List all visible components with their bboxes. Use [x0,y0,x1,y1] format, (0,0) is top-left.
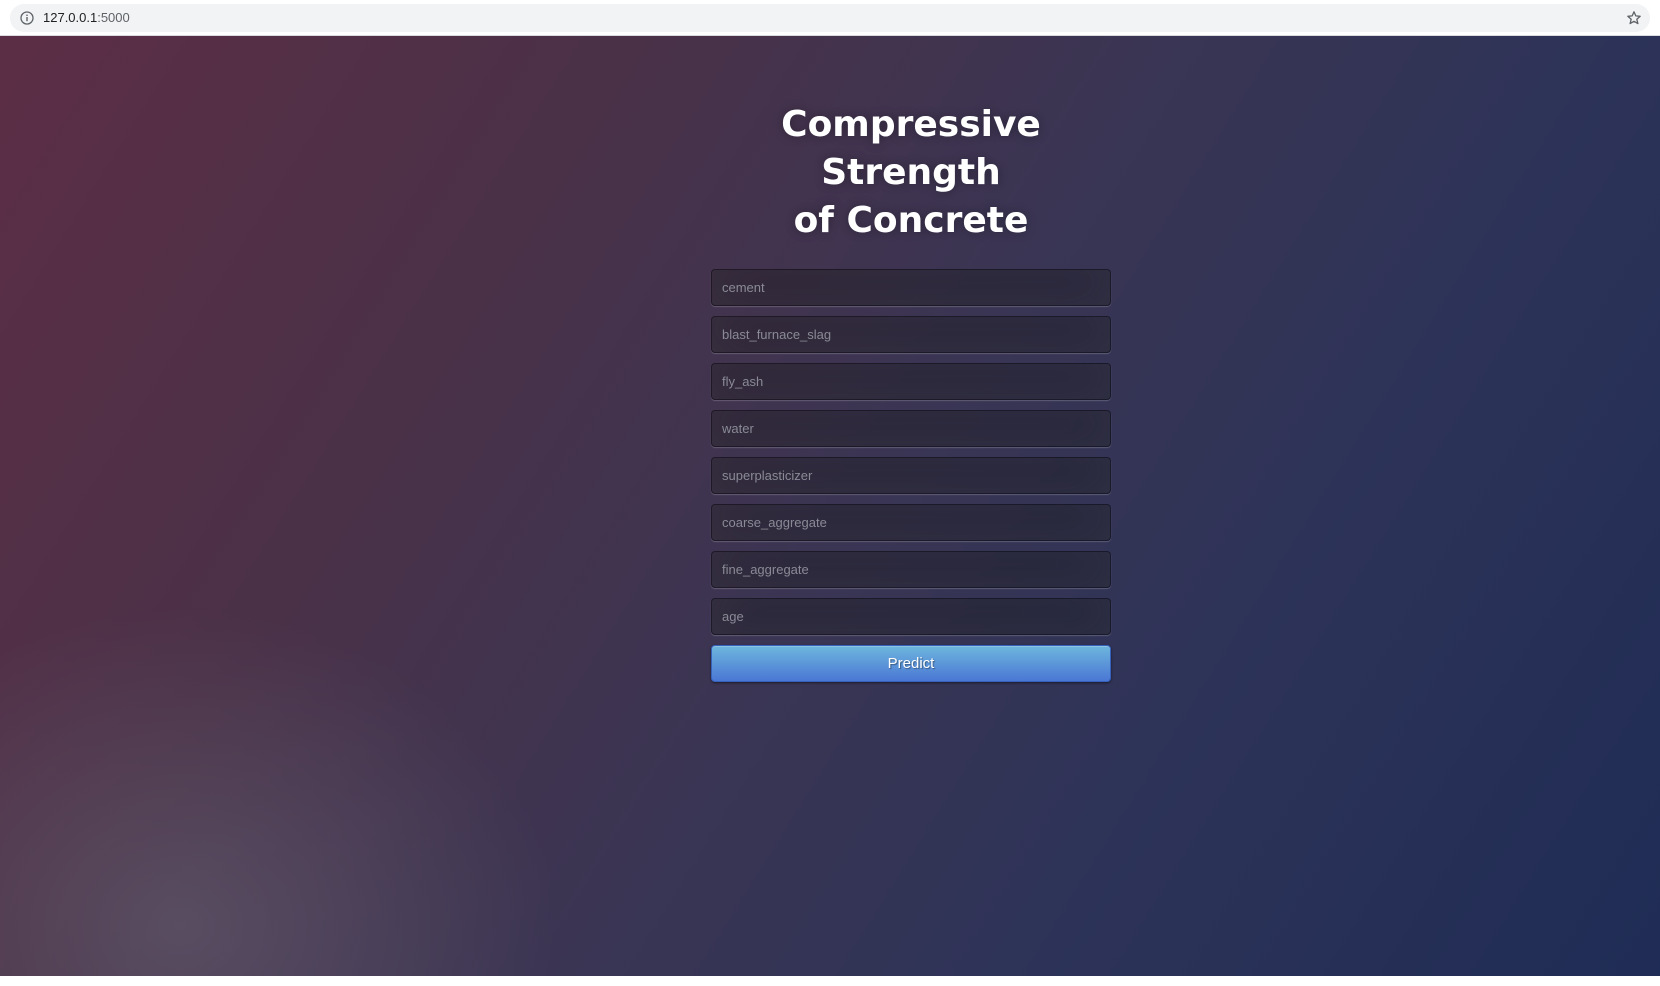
water-input[interactable] [711,410,1111,447]
age-input[interactable] [711,598,1111,635]
predict-button[interactable]: Predict [711,645,1111,682]
star-icon[interactable] [1626,10,1642,26]
superplasticizer-input[interactable] [711,457,1111,494]
info-icon[interactable] [20,11,34,25]
title-line-2: of Concrete [793,200,1029,241]
blast-furnace-slag-input[interactable] [711,316,1111,353]
url-host: 127.0.0.1 [43,10,98,25]
fly-ash-input[interactable] [711,363,1111,400]
coarse-aggregate-input[interactable] [711,504,1111,541]
prediction-form-container: Compressive Strength of Concrete Predict [711,101,1111,682]
prediction-form: Predict [711,269,1111,682]
address-bar[interactable]: 127.0.0.1:5000 [10,4,1650,32]
cement-input[interactable] [711,269,1111,306]
title-line-1: Compressive Strength [781,104,1041,193]
page-title: Compressive Strength of Concrete [711,101,1111,245]
url-port: :5000 [97,10,130,25]
fine-aggregate-input[interactable] [711,551,1111,588]
url-text[interactable]: 127.0.0.1:5000 [43,10,130,26]
browser-toolbar: 127.0.0.1:5000 [0,0,1660,36]
page-viewport: Compressive Strength of Concrete Predict [0,36,1660,986]
